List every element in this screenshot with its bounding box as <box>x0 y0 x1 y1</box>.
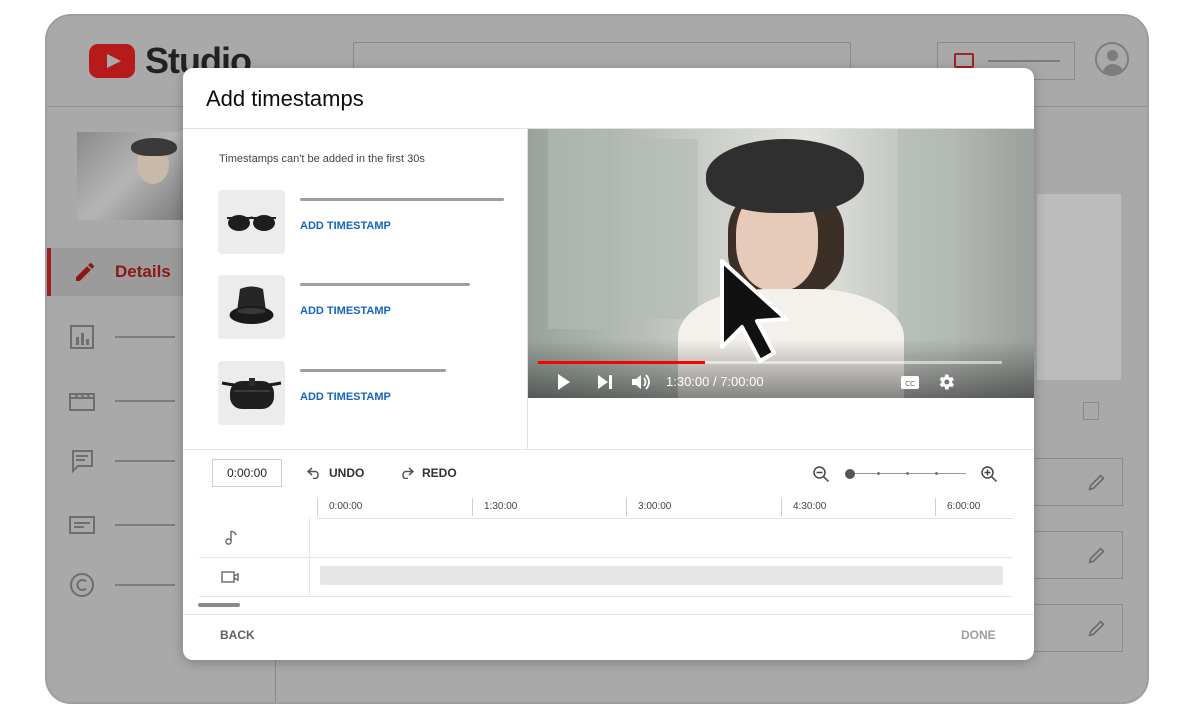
ruler-tick <box>317 498 318 516</box>
zoom-step-dot <box>877 472 880 475</box>
video-track-clip[interactable] <box>320 566 1003 585</box>
bucket-hat-icon <box>229 286 274 324</box>
background-edit-field[interactable] <box>1021 604 1123 652</box>
back-button[interactable]: BACK <box>220 628 255 642</box>
background-window-pane <box>898 129 958 359</box>
time-display: 1:30:00 / 7:00:00 <box>666 374 764 389</box>
ruler-tick-label: 6:00:00 <box>947 501 981 512</box>
ruler-tick <box>935 498 936 516</box>
sidebar-item-label: Details <box>115 262 171 281</box>
sidebar-label-placeholder <box>115 336 175 338</box>
add-timestamp-button[interactable]: ADD TIMESTAMP <box>300 305 391 317</box>
sidebar-label-placeholder <box>115 524 175 526</box>
settings-icon[interactable] <box>936 372 956 392</box>
create-video-icon <box>954 53 974 68</box>
product-thumbnail <box>218 361 285 425</box>
edit-pencil-icon <box>1088 474 1105 491</box>
copyright-icon <box>70 573 94 597</box>
play-icon[interactable] <box>556 372 572 392</box>
zoom-step-dot <box>906 472 909 475</box>
ruler-tick <box>472 498 473 516</box>
sidebar-label-placeholder <box>115 400 175 402</box>
timeline-scrollbar[interactable] <box>198 603 240 607</box>
product-item: ADD TIMESTAMP <box>218 361 518 427</box>
product-item: ADD TIMESTAMP <box>218 275 518 341</box>
audio-track <box>199 519 1013 558</box>
redo-icon <box>402 467 414 479</box>
video-camera-icon <box>221 571 239 583</box>
music-note-icon <box>225 530 237 545</box>
ruler-tick-label: 4:30:00 <box>793 501 827 512</box>
waist-bag-icon <box>221 378 282 409</box>
copy-icon[interactable] <box>1083 402 1099 420</box>
edit-pencil-icon <box>1088 547 1105 564</box>
undo-label: UNDO <box>329 466 365 480</box>
timestamp-input[interactable]: 0:00:00 <box>212 459 282 487</box>
add-timestamp-button[interactable]: ADD TIMESTAMP <box>300 391 391 403</box>
add-timestamps-dialog: Add timestamps Timestamps can't be added… <box>183 68 1034 660</box>
ruler-tick <box>781 498 782 516</box>
dialog-title: Add timestamps <box>206 86 364 111</box>
zoom-slider-handle[interactable] <box>845 469 855 479</box>
product-thumbnail <box>218 275 285 339</box>
pencil-icon <box>76 262 95 281</box>
sidebar-item-details[interactable]: Details <box>47 248 197 296</box>
sidebar-label-placeholder <box>115 460 175 462</box>
track-label-divider <box>309 518 310 596</box>
edit-pencil-icon <box>1088 620 1105 637</box>
comment-icon <box>72 450 93 474</box>
create-label-placeholder <box>988 60 1060 62</box>
video-player[interactable]: 1:30:00 / 7:00:00 CC <box>528 129 1034 398</box>
zoom-step-dot <box>935 472 938 475</box>
section-divider <box>183 449 1034 450</box>
svg-text:CC: CC <box>905 380 915 388</box>
next-icon[interactable] <box>596 372 614 392</box>
product-thumbnail <box>218 190 285 254</box>
product-list-pane: Timestamps can't be added in the first 3… <box>183 129 528 449</box>
done-button[interactable]: DONE <box>961 628 996 642</box>
account-avatar[interactable] <box>1095 42 1129 76</box>
background-edit-field[interactable] <box>1021 531 1123 579</box>
product-title-placeholder <box>300 198 504 201</box>
captions-icon[interactable]: CC <box>900 372 920 392</box>
clapperboard-icon <box>69 393 95 411</box>
youtube-logo-icon <box>89 44 135 78</box>
undo-button[interactable]: UNDO <box>307 466 364 480</box>
add-timestamp-button[interactable]: ADD TIMESTAMP <box>300 220 391 232</box>
background-edit-field[interactable] <box>1021 458 1123 506</box>
thumbnail-hat <box>131 138 177 156</box>
timeline-ruler: 0:00:00 1:30:00 3:00:00 4:30:00 6:00:00 <box>317 498 1013 519</box>
zoom-out-icon[interactable] <box>812 465 830 483</box>
ruler-tick-label: 1:30:00 <box>484 501 518 512</box>
mouse-cursor-icon <box>720 259 788 363</box>
zoom-in-icon[interactable] <box>980 465 998 483</box>
footer-divider <box>183 614 1034 615</box>
subtitles-icon <box>69 516 95 534</box>
video-subject-hat <box>706 139 864 213</box>
redo-label: REDO <box>422 466 457 480</box>
ruler-tick-label: 0:00:00 <box>329 501 363 512</box>
seek-bar-progress <box>538 361 706 364</box>
product-title-placeholder <box>300 369 446 372</box>
product-title-placeholder <box>300 283 470 286</box>
sunglasses-icon <box>227 215 276 231</box>
background-window-pane <box>548 129 608 329</box>
video-thumbnail <box>77 132 185 220</box>
background-window-pane <box>628 139 698 319</box>
analytics-icon <box>70 325 94 349</box>
redo-button[interactable]: REDO <box>400 466 457 480</box>
undo-icon <box>307 467 319 479</box>
ruler-tick <box>626 498 627 516</box>
product-item: ADD TIMESTAMP <box>218 190 518 256</box>
background-preview <box>1037 194 1121 380</box>
timestamp-note: Timestamps can't be added in the first 3… <box>219 153 425 165</box>
volume-icon[interactable] <box>630 372 652 392</box>
ruler-tick-label: 3:00:00 <box>638 501 672 512</box>
sidebar-label-placeholder <box>115 584 175 586</box>
